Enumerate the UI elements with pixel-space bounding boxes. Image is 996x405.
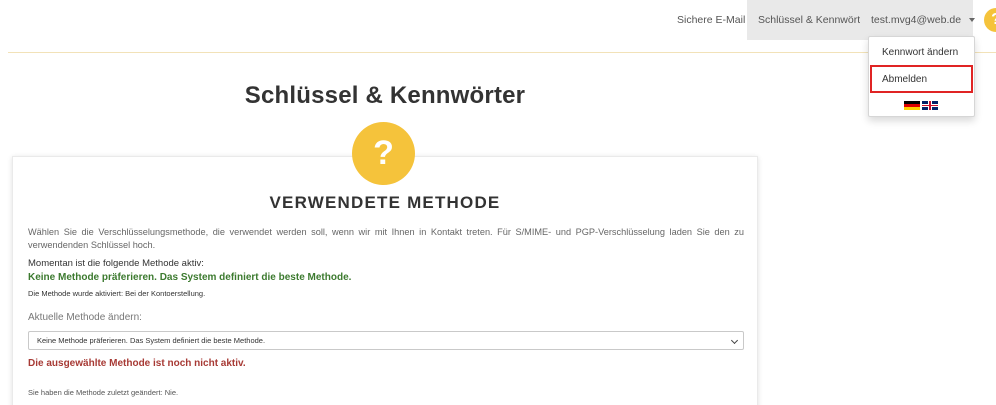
caret-down-icon — [969, 18, 976, 23]
help-icon[interactable]: ? — [984, 8, 996, 32]
current-method-label: Momentan ist die folgende Methode aktiv: — [28, 258, 204, 269]
menu-item-change-password[interactable]: Kennwort ändern — [869, 42, 974, 64]
user-email: test.mvg4@web.de — [871, 14, 962, 26]
top-navbar: Sichere E-Mail Schlüssel & Kennwörter te… — [0, 0, 996, 40]
activated-info: Die Methode wurde aktiviert: Bei der Kon… — [28, 289, 206, 298]
change-method-label: Aktuelle Methode ändern: — [28, 312, 142, 323]
method-select-value: Keine Methode präferieren. Das System de… — [37, 336, 266, 345]
menu-item-logout[interactable]: Abmelden — [870, 65, 973, 93]
uk-flag-icon[interactable] — [922, 101, 938, 110]
navbar-divider — [8, 52, 996, 53]
nav-user-menu[interactable]: test.mvg4@web.de — [860, 0, 976, 40]
language-switcher — [904, 101, 940, 111]
german-flag-icon[interactable] — [904, 101, 920, 110]
question-mark-icon: ? — [352, 122, 415, 185]
not-active-warning: Die ausgewählte Methode ist noch nicht a… — [28, 358, 246, 369]
method-heading: VERWENDETE METHODE — [269, 193, 501, 212]
last-changed-info: Sie haben die Methode zuletzt geändert: … — [28, 388, 179, 397]
current-method-value: Keine Methode präferieren. Das System de… — [28, 272, 352, 283]
method-select[interactable]: Keine Methode präferieren. Das System de… — [28, 331, 744, 350]
nav-secure-email[interactable]: Sichere E-Mail — [667, 0, 755, 40]
chevron-down-icon — [730, 336, 739, 345]
page-title: Schlüssel & Kennwörter — [244, 82, 526, 109]
user-dropdown-menu: Kennwort ändern Abmelden — [868, 36, 975, 117]
method-description: Wählen Sie die Verschlüsselungsmethode, … — [28, 227, 744, 250]
